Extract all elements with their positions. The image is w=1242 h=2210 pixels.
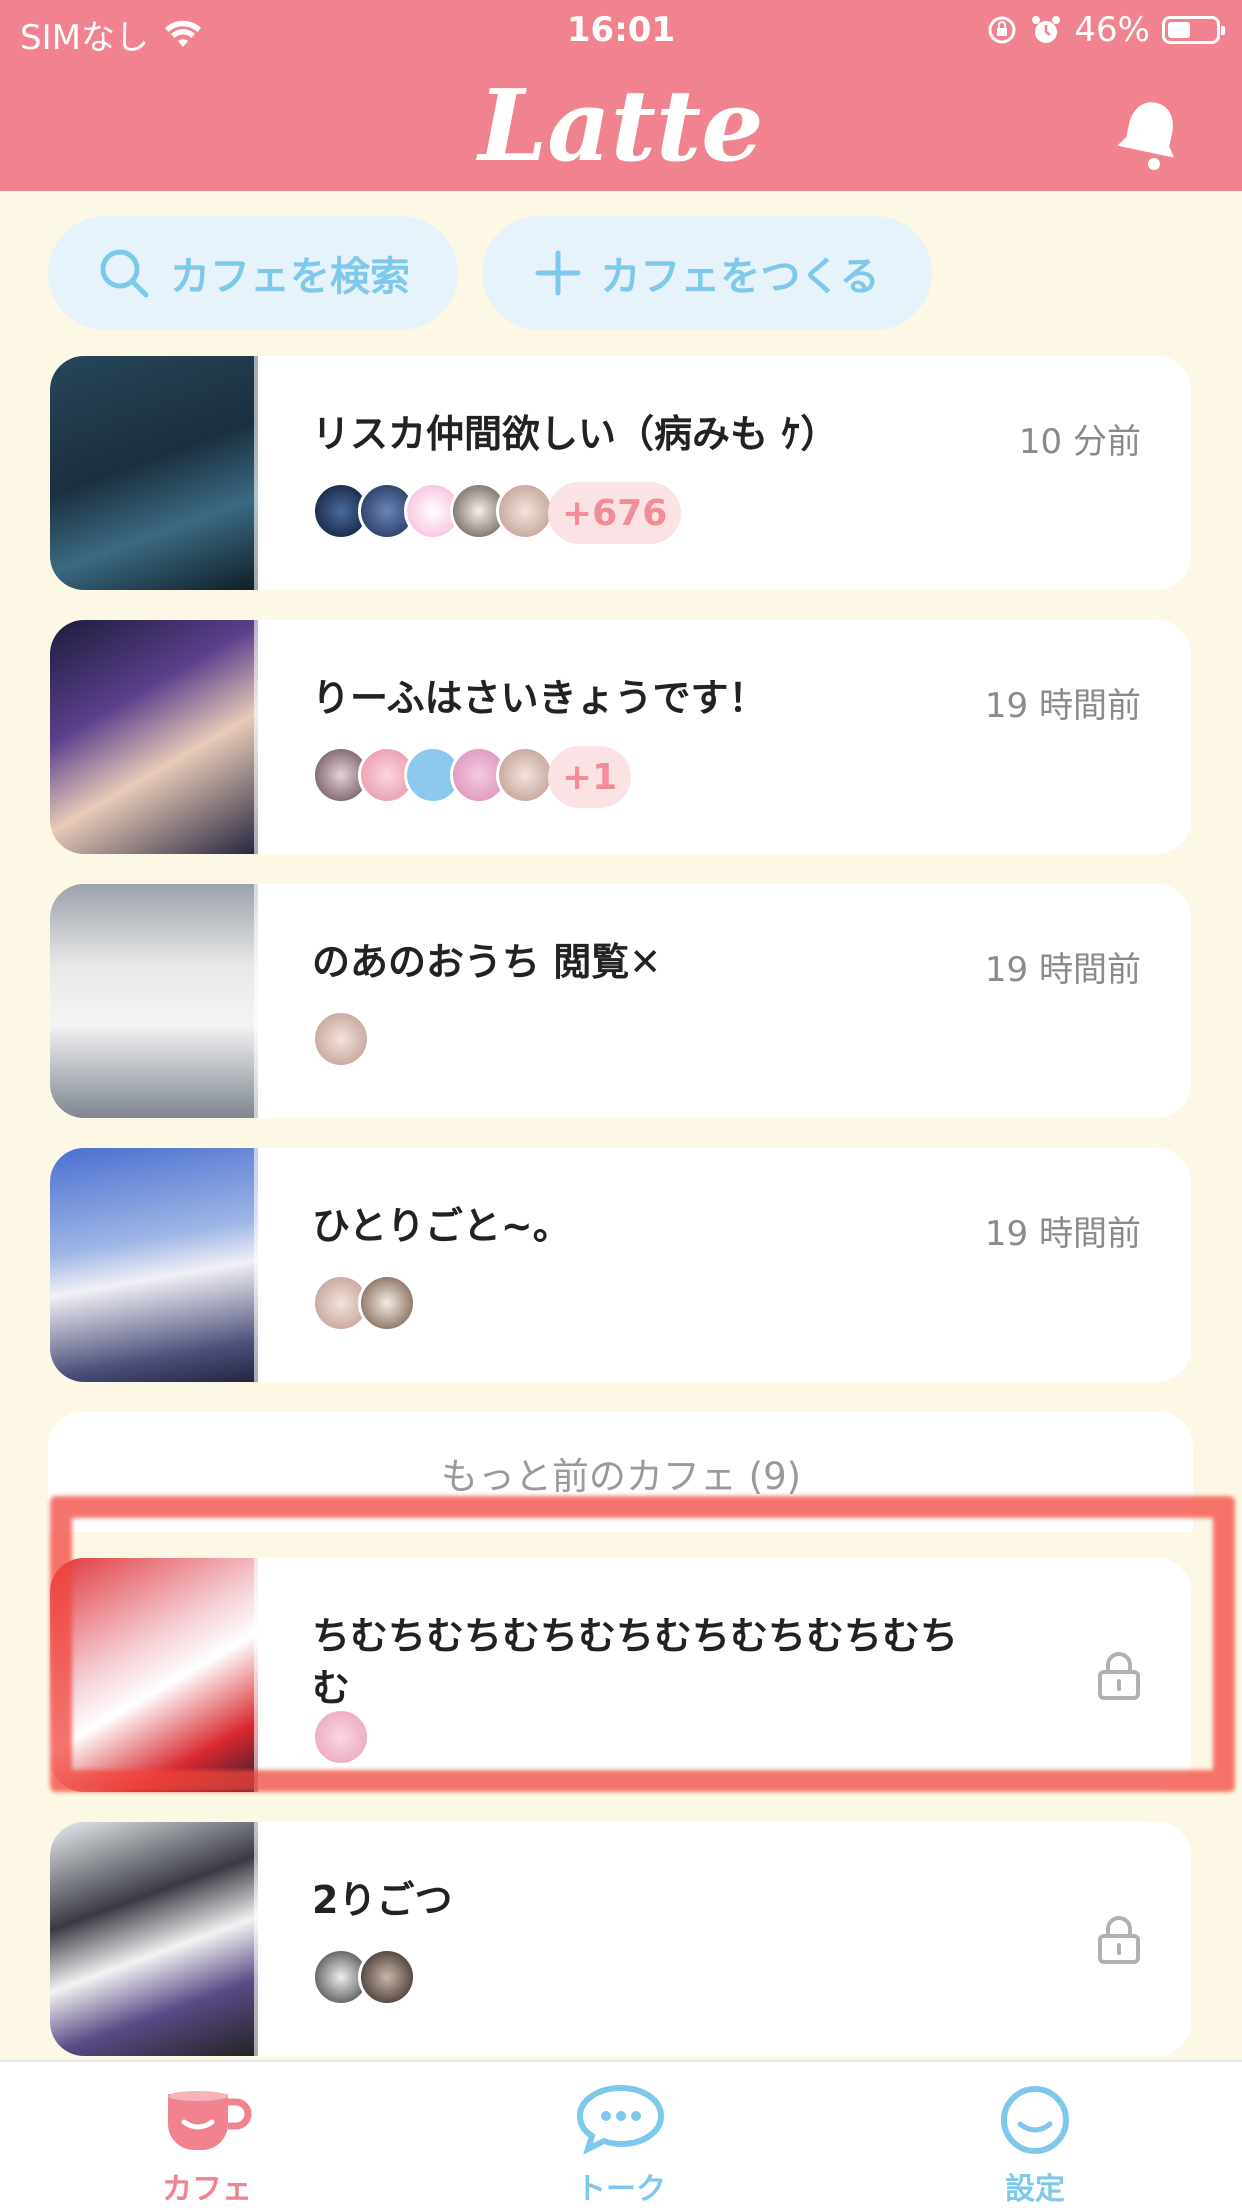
avatar bbox=[358, 1948, 416, 2006]
cafe-card[interactable]: のあのおうち 閲覧✕ 19 時間前 bbox=[50, 884, 1191, 1118]
cafe-thumbnail bbox=[50, 884, 258, 1118]
tab-bar: カフェ トーク 設定 bbox=[0, 2060, 1242, 2210]
notification-bell-icon[interactable] bbox=[1114, 96, 1184, 172]
smiley-face-icon bbox=[1001, 2086, 1069, 2154]
orientation-lock-icon bbox=[988, 16, 1016, 44]
cafe-thumbnail bbox=[50, 356, 258, 590]
avatar bbox=[496, 482, 554, 540]
older-cafes-toggle[interactable]: もっと前のカフェ (9) bbox=[0, 1446, 1242, 1500]
cafe-card[interactable]: 2りごつ bbox=[50, 1822, 1191, 2056]
member-count-badge: +676 bbox=[548, 482, 682, 544]
avatar bbox=[358, 1274, 416, 1332]
member-avatars bbox=[312, 1010, 370, 1068]
cafe-card[interactable]: りーふはさいきょうです！ 19 時間前 +1 bbox=[50, 620, 1191, 854]
tab-talk[interactable]: トーク bbox=[521, 2084, 721, 2208]
app-logo: Latte bbox=[478, 69, 764, 184]
member-count-badge: +1 bbox=[548, 746, 632, 808]
cafe-time: 10 分前 bbox=[1018, 422, 1141, 462]
member-avatars: +676 bbox=[312, 482, 682, 544]
tab-cafe-label: カフェ bbox=[162, 2172, 252, 2207]
create-cafe-label: カフェをつくる bbox=[600, 254, 880, 300]
member-avatars bbox=[312, 1708, 370, 1766]
search-cafe-button[interactable]: カフェを検索 bbox=[48, 216, 458, 330]
cafe-thumbnail bbox=[50, 1558, 258, 1792]
cafe-card[interactable]: ちむちむちむちむちむちむちむちむちむ bbox=[50, 1558, 1191, 1792]
member-avatars bbox=[312, 1948, 416, 2006]
member-avatars bbox=[312, 1274, 416, 1332]
cafe-thumbnail bbox=[50, 620, 258, 854]
create-cafe-button[interactable]: カフェをつくる bbox=[482, 216, 932, 330]
lock-icon bbox=[1098, 1652, 1140, 1700]
cafe-title: ちむちむちむちむちむちむちむちむちむ bbox=[312, 1614, 959, 1710]
cafe-thumbnail bbox=[50, 1822, 258, 2056]
cafe-thumbnail bbox=[50, 1148, 258, 1382]
cafe-time: 19 時間前 bbox=[984, 686, 1141, 726]
tab-settings-label: 設定 bbox=[1005, 2172, 1065, 2207]
coffee-cup-icon bbox=[168, 2091, 252, 2150]
member-avatars: +1 bbox=[312, 746, 632, 808]
cafe-card[interactable]: ひとりごと~。 19 時間前 bbox=[50, 1148, 1191, 1382]
avatar bbox=[312, 1708, 370, 1766]
app-header: SIMなし 16:01 46% Latte bbox=[0, 0, 1242, 191]
cafe-time: 19 時間前 bbox=[984, 950, 1141, 990]
cafe-title: のあのおうち 閲覧✕ bbox=[312, 940, 662, 984]
cafe-title: リスカ仲間欲しい（病みも ｹ） bbox=[312, 412, 839, 456]
avatar bbox=[496, 746, 554, 804]
plus-icon bbox=[535, 250, 581, 296]
cafe-time: 19 時間前 bbox=[984, 1214, 1141, 1254]
cafe-card[interactable]: リスカ仲間欲しい（病みも ｹ） 10 分前 +676 bbox=[50, 356, 1191, 590]
cafe-title: りーふはさいきょうです！ bbox=[312, 676, 767, 720]
tab-talk-label: トーク bbox=[576, 2172, 666, 2207]
lock-icon bbox=[1098, 1916, 1140, 1964]
battery-icon bbox=[1162, 16, 1225, 44]
tab-cafe[interactable]: カフェ bbox=[107, 2084, 307, 2208]
status-bar: SIMなし 16:01 46% bbox=[0, 0, 1242, 62]
avatar bbox=[312, 1010, 370, 1068]
cafe-title: ひとりごと~。 bbox=[312, 1204, 571, 1248]
alarm-icon bbox=[1032, 16, 1061, 43]
chat-bubble-icon bbox=[576, 2084, 665, 2155]
tab-settings[interactable]: 設定 bbox=[935, 2084, 1135, 2208]
search-icon bbox=[100, 249, 149, 298]
battery-percent: 46% bbox=[1074, 10, 1150, 50]
cafe-title: 2りごつ bbox=[312, 1878, 453, 1922]
search-cafe-label: カフェを検索 bbox=[170, 254, 410, 300]
